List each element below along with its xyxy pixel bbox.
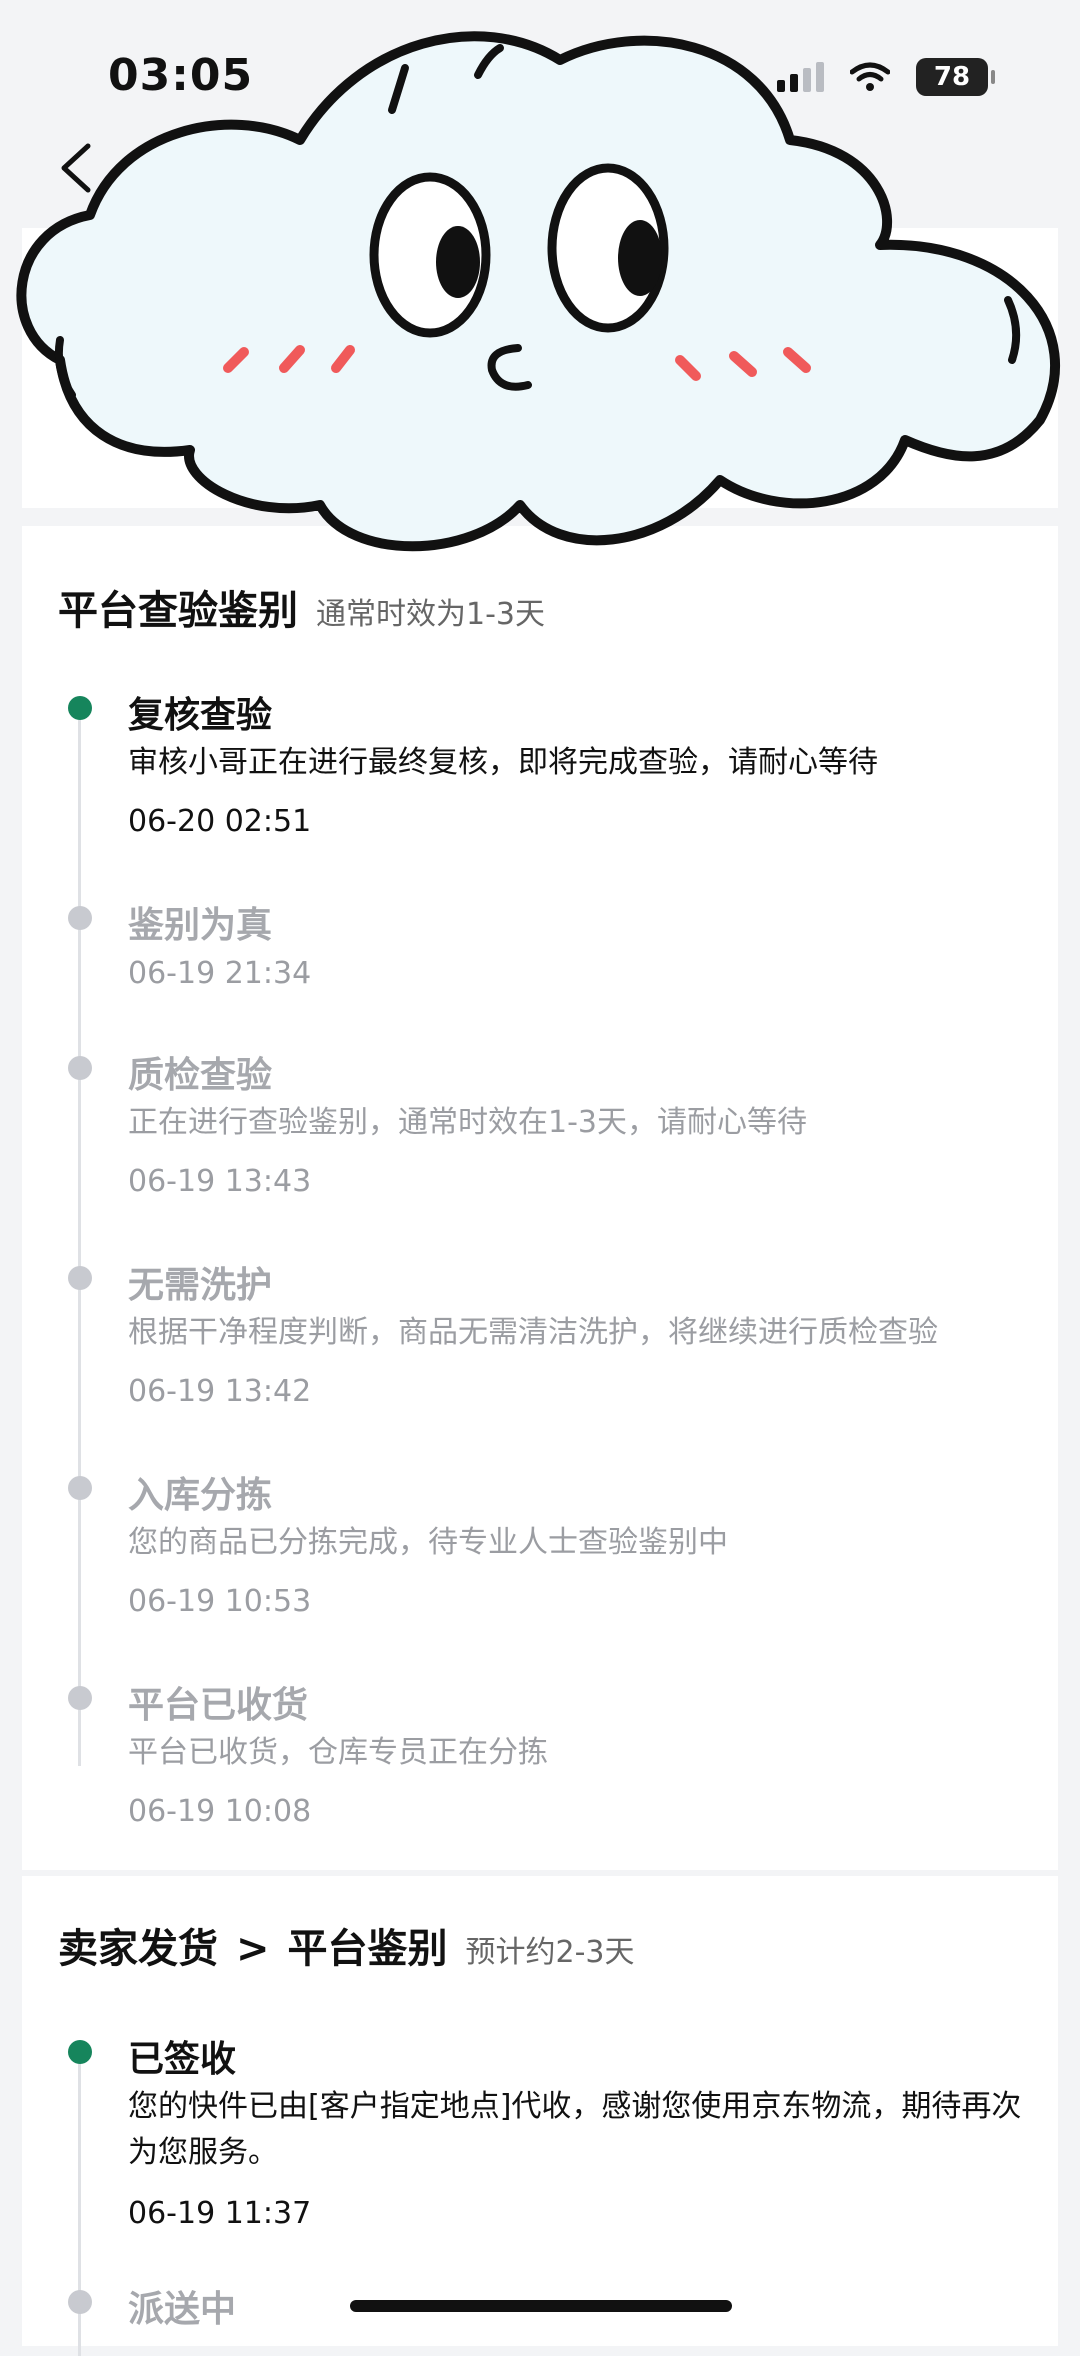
event-time: 06-19 21:34 [128, 956, 312, 991]
event-description: 平台已收货，仓库专员正在分拣 [128, 1735, 548, 1770]
event-title: 入库分拣 [128, 1475, 273, 1516]
event-title: 鉴别为真 [128, 905, 273, 946]
shipping-from-title: 卖家发货 [58, 1926, 218, 1972]
battery-level: 78 [933, 62, 971, 92]
shipping-card: 卖家发货 > 平台鉴别 预计约2-3天 已签收 您的快件已由[客户指定地点]代收… [22, 1876, 1058, 2356]
event-time: 06-19 13:42 [128, 1374, 312, 1409]
status-time: 03:05 [108, 50, 254, 101]
event-description: 根据干净程度判断，商品无需清洁洗护，将继续进行质检查验 [128, 1315, 938, 1350]
event-time: 06-19 10:08 [128, 1794, 312, 1829]
platform-section-title: 平台查验鉴别 [58, 588, 298, 634]
timeline-dot [68, 1056, 92, 1080]
shipping-section-header: 卖家发货 > 平台鉴别 预计约2-3天 [58, 1916, 635, 1974]
chevron-right-icon: > [236, 1926, 270, 1972]
cellular-signal-icon [777, 62, 824, 92]
order-summary-card [22, 228, 1058, 508]
timeline-dot [68, 2040, 92, 2064]
shipping-section-subtitle: 预计约2-3天 [465, 1935, 635, 1970]
home-indicator[interactable] [350, 2300, 732, 2312]
event-description: 您的快件已由[客户指定地点]代收，感谢您使用京东物流，期待再次为您服务。 [128, 2089, 1022, 2170]
status-bar: 03:05 78 [0, 0, 1080, 150]
platform-section-header: 平台查验鉴别 通常时效为1-3天 [58, 578, 545, 636]
wifi-icon [850, 62, 890, 91]
status-icons: 78 [777, 58, 995, 96]
event-time: 06-19 13:43 [128, 1164, 312, 1199]
event-title: 无需洗护 [128, 1265, 273, 1306]
event-title: 派送中 [128, 2289, 237, 2330]
timeline-dot [68, 696, 92, 720]
shipping-to-title: 平台鉴别 [287, 1926, 448, 1972]
timeline-dot [68, 1266, 92, 1290]
platform-inspection-card: 平台查验鉴别 通常时效为1-3天 复核查验 审核小哥正在进行最终复核，即将完成查… [22, 526, 1058, 1870]
event-time: 06-20 02:51 [128, 804, 312, 839]
event-title: 已签收 [128, 2039, 237, 2080]
event-title: 平台已收货 [128, 1685, 309, 1726]
timeline-dot [68, 2290, 92, 2314]
event-description: 您的商品已分拣完成，待专业人士查验鉴别中 [128, 1525, 728, 1560]
event-description: 正在进行查验鉴别，通常时效在1-3天，请耐心等待 [128, 1105, 807, 1140]
battery-icon: 78 [916, 58, 995, 96]
timeline-dot [68, 1476, 92, 1500]
timeline-dot [68, 906, 92, 930]
event-time: 06-19 11:37 [128, 2196, 312, 2231]
timeline-dot [68, 1686, 92, 1710]
event-description: 审核小哥正在进行最终复核，即将完成查验，请耐心等待 [128, 745, 878, 780]
event-title: 复核查验 [128, 695, 273, 736]
back-arrow-icon[interactable] [48, 138, 108, 198]
event-time: 06-19 10:53 [128, 1584, 312, 1619]
event-title: 质检查验 [128, 1055, 273, 1096]
timeline-line [78, 706, 81, 1766]
platform-section-subtitle: 通常时效为1-3天 [316, 597, 545, 632]
